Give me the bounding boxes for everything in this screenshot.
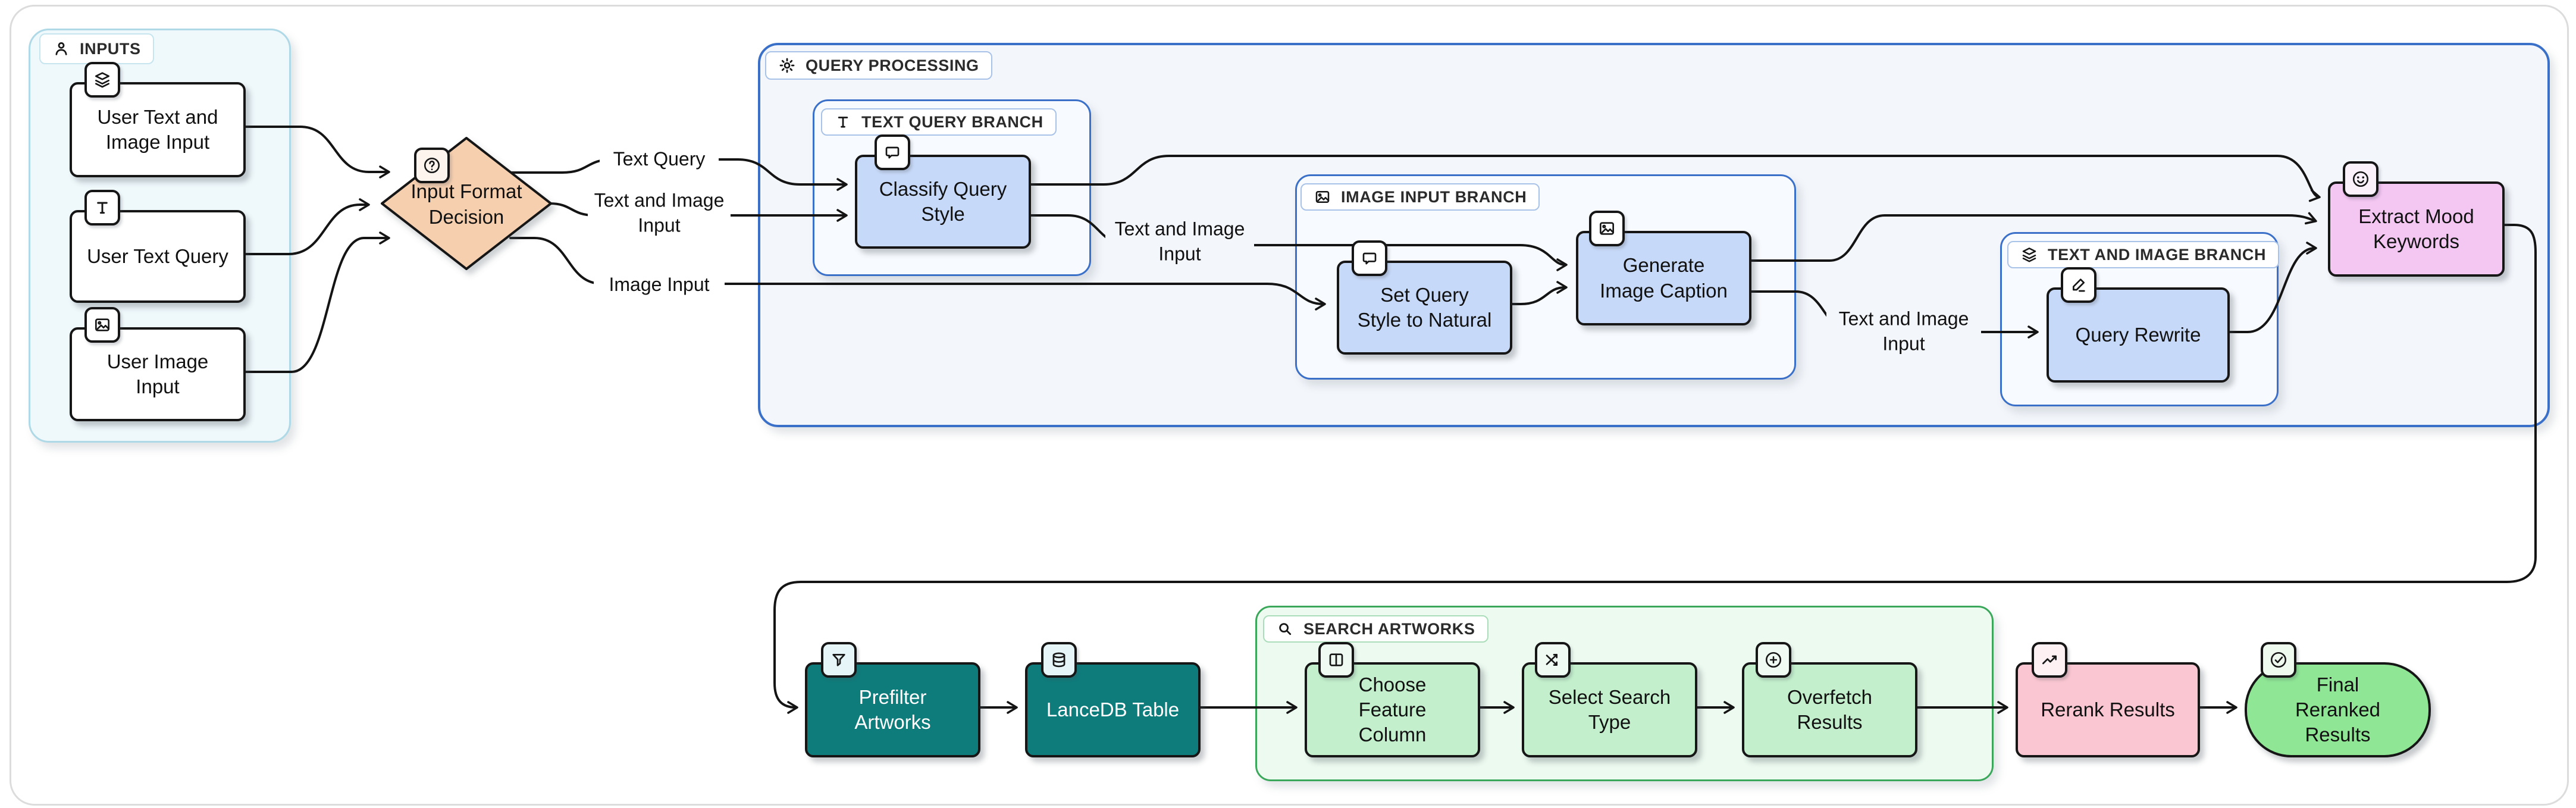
- edge-label-text-and-image-1: Text and Image Input: [588, 188, 731, 237]
- node-label: LanceDB Table: [1027, 697, 1198, 722]
- node-label: Set Query Style to Natural: [1339, 283, 1510, 333]
- edge-classify-extract: [1026, 156, 2318, 197]
- node-label: Generate Image Caption: [1578, 253, 1749, 303]
- diagram-canvas: INPUTS QUERY PROCESSING TEXT QUERY BRANC…: [0, 0, 2576, 808]
- node-label: Final Reranked Results: [2247, 672, 2428, 748]
- check-circle-icon: [2261, 642, 2296, 678]
- image-icon: [1589, 211, 1625, 246]
- node-label: Rerank Results: [2018, 697, 2198, 722]
- edge-userimage-decision: [241, 238, 388, 372]
- pencil-icon: [2061, 267, 2096, 303]
- node-label: User Text Query: [72, 244, 243, 269]
- funnel-icon: [821, 642, 857, 678]
- node-label: User Image Input: [72, 349, 243, 399]
- speech-bubble-icon: [875, 134, 910, 170]
- question-icon: [414, 148, 450, 183]
- database-icon: [1041, 642, 1077, 678]
- columns-icon: [1318, 642, 1354, 678]
- edge-rewrite-extract: [2225, 248, 2315, 332]
- node-label: Classify Query Style: [857, 177, 1029, 227]
- node-label: Overfetch Results: [1744, 685, 1915, 735]
- edge-label-image-input: Image Input: [594, 273, 725, 297]
- speech-bubble-icon: [1352, 240, 1387, 276]
- text-icon: [84, 190, 120, 226]
- edge-usertextimage-decision: [241, 127, 388, 172]
- plus-circle-icon: [1756, 642, 1791, 678]
- node-label: Select Search Type: [1524, 685, 1695, 735]
- node-label: Extract Mood Keywords: [2330, 204, 2502, 254]
- edge-label-text-query: Text Query: [600, 147, 719, 172]
- edge-setstyle-caption: [1508, 287, 1565, 304]
- layers-icon: [84, 62, 120, 98]
- node-label: Prefilter Artworks: [807, 685, 978, 735]
- edge-caption-extract: [1747, 215, 2315, 261]
- node-input-format-decision-label: Input Format Decision: [407, 179, 526, 230]
- node-label: Choose Feature Column: [1307, 672, 1478, 748]
- edge-label-text-and-image-3: Text and Image Input: [1826, 306, 1981, 356]
- smiley-icon: [2343, 161, 2378, 197]
- image-icon: [84, 307, 120, 343]
- node-label: Query Rewrite: [2049, 322, 2227, 347]
- shuffle-icon: [1535, 642, 1571, 678]
- trending-up-icon: [2032, 642, 2067, 678]
- node-label: User Text and Image Input: [72, 105, 243, 155]
- edge-label-text-and-image-2: Text and Image Input: [1105, 217, 1254, 266]
